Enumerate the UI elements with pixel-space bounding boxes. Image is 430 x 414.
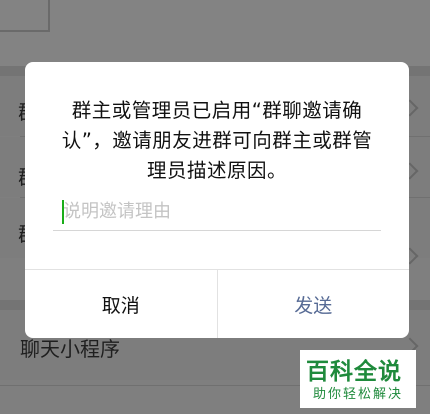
dialog-message: 群主或管理员已启用“群聊邀请确认”，邀请朋友进群可向群主或群管理员描述原因。	[61, 99, 373, 182]
dialog-button-bar: 取消 发送	[25, 269, 409, 338]
cancel-button[interactable]: 取消	[25, 270, 217, 338]
watermark-title: 百科全说	[306, 359, 402, 385]
add-member-button[interactable]	[0, 0, 50, 32]
watermark-subtitle: 助你轻松解决	[313, 387, 404, 402]
watermark-logo: 百科全说 助你轻松解决	[300, 350, 416, 408]
invite-reason-dialog: 群主或管理员已启用“群聊邀请确认”，邀请朋友进群可向群主或群管理员描述原因。 取…	[25, 62, 409, 338]
invite-reason-input[interactable]	[53, 194, 381, 228]
send-button[interactable]: 发送	[216, 270, 410, 338]
background-header-area	[0, 0, 430, 66]
text-caret	[62, 200, 64, 224]
invite-reason-field[interactable]	[53, 194, 381, 231]
